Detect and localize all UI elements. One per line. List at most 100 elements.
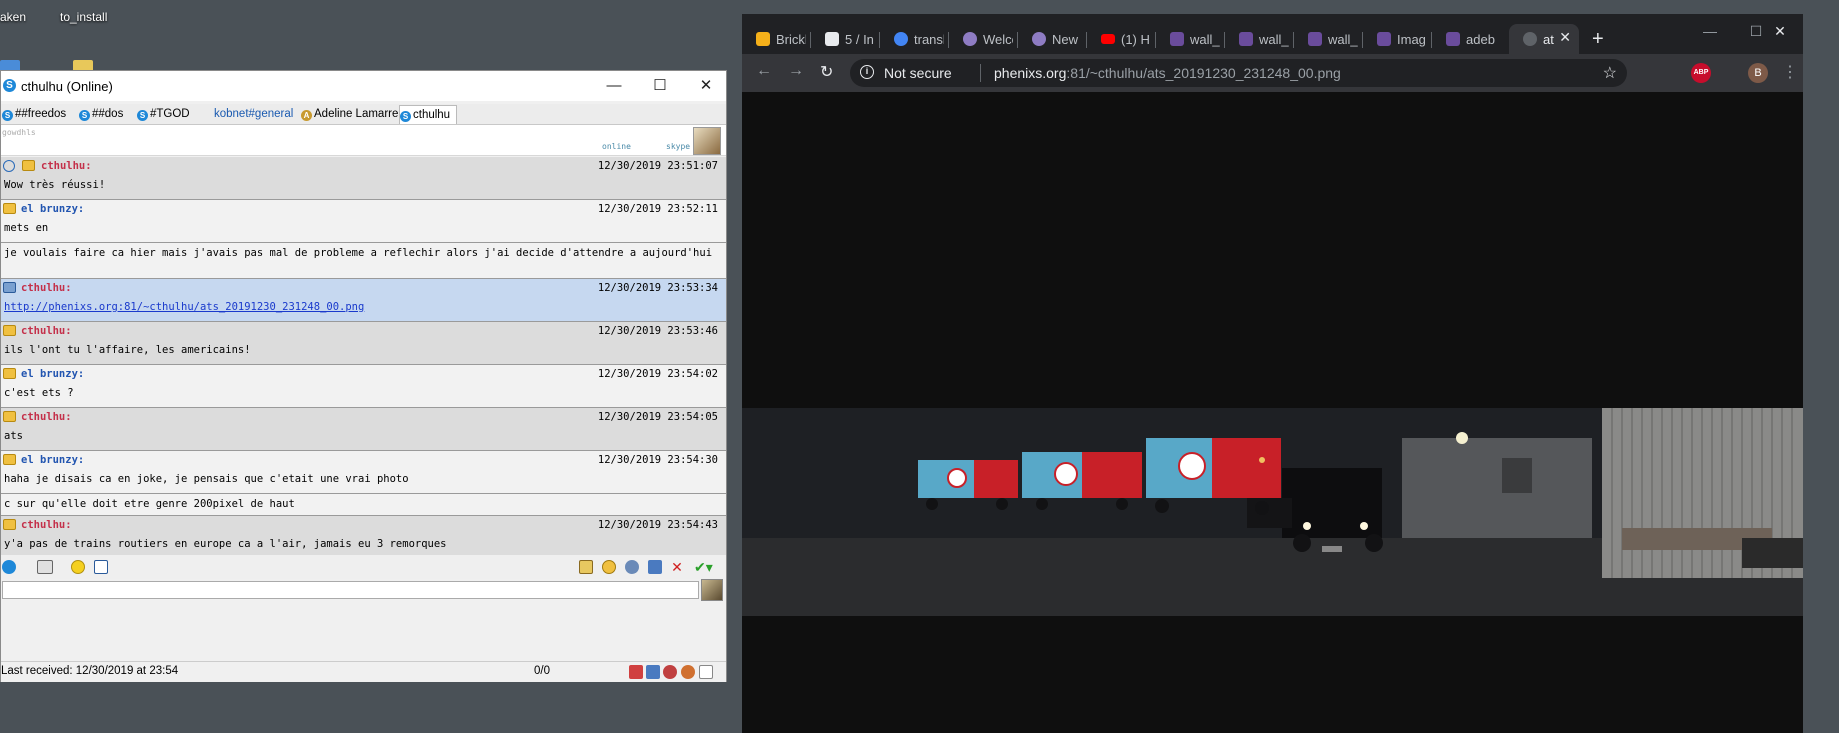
profile-avatar[interactable]: B <box>1748 63 1768 83</box>
contact-icon: A <box>301 110 312 121</box>
tab-adeline-lamarre[interactable]: A Adeline Lamarre <box>301 105 398 123</box>
desktop-icon-to-install[interactable]: to_install <box>60 10 107 24</box>
screenshot-image <box>742 408 1803 616</box>
log-icon[interactable] <box>699 665 713 679</box>
browser-tab[interactable]: Welco <box>949 24 1018 54</box>
close-icon[interactable]: ✕ <box>670 560 684 574</box>
tab-label: ##dos <box>92 108 124 120</box>
send-check-icon[interactable]: ✔▾ <box>694 560 714 574</box>
maximize-button[interactable]: ☐ <box>637 71 683 101</box>
message-time: 12/30/2019 23:53:46 <box>597 325 718 337</box>
minimize-button[interactable]: — <box>1687 16 1733 46</box>
message-row: cthulhu: 12/30/2019 23:53:46 ils l'ont t… <box>1 322 726 365</box>
tab-dos[interactable]: S ##dos <box>79 105 123 123</box>
close-tab-icon[interactable]: ✕ <box>1559 29 1571 46</box>
message-sender: cthulhu: <box>41 160 92 172</box>
browser-tab[interactable]: wall_ <box>1156 24 1225 54</box>
browser-tab-label: (1) H <box>1121 32 1150 47</box>
google-icon <box>894 32 908 46</box>
mute-icon[interactable] <box>681 665 695 679</box>
block-icon[interactable] <box>663 665 677 679</box>
history-icon[interactable] <box>602 560 616 574</box>
desktop-icon-label: aken <box>0 10 27 24</box>
browser-tab[interactable]: Imag <box>1363 24 1432 54</box>
star-icon[interactable]: ☆ <box>1603 63 1617 83</box>
d-logo-icon <box>1032 32 1046 46</box>
tab-tgod[interactable]: S #TGOD <box>137 105 190 123</box>
message-text: mets en <box>4 222 49 234</box>
minimize-button[interactable]: — <box>591 71 637 101</box>
browser-tab[interactable]: 5 / In <box>811 24 880 54</box>
back-icon[interactable]: ← <box>756 62 772 80</box>
message-sender: cthulhu: <box>21 519 72 531</box>
tab-freedos[interactable]: S ##freedos <box>2 105 66 123</box>
forward-icon[interactable]: → <box>788 62 804 80</box>
browser-tab-active[interactable]: at ✕ <box>1509 24 1579 54</box>
chat-bubble-icon <box>3 519 16 530</box>
format-icon[interactable] <box>94 560 108 574</box>
tab-kobnet-general[interactable]: kobnet#general <box>214 105 293 123</box>
notify-icon[interactable] <box>646 665 660 679</box>
reload-icon[interactable]: ↻ <box>820 62 833 82</box>
status-bar: Last received: 12/30/2019 at 23:54 0/0 <box>1 661 726 682</box>
youtube-icon <box>1101 34 1115 44</box>
new-tab-button[interactable]: + <box>1592 28 1604 51</box>
avatar[interactable] <box>693 127 721 155</box>
message-input[interactable] <box>2 581 699 599</box>
chat-tab-bar: S ##freedos S ##dos S #TGOD kobnet#general … <box>1 104 726 125</box>
skype-menu-icon[interactable] <box>2 560 16 574</box>
menu-icon[interactable]: ⋮ <box>1782 62 1798 82</box>
browser-tab[interactable]: wall_ <box>1294 24 1363 54</box>
close-button[interactable]: ✕ <box>683 71 729 101</box>
url-path: :81/~cthulhu/ats_20191230_231248_00.png <box>1066 65 1341 81</box>
contact-card-icon[interactable] <box>37 560 53 574</box>
browser-tab-label: transl <box>914 32 944 47</box>
browser-tab[interactable]: transl <box>880 24 949 54</box>
contact-info-icon[interactable] <box>579 560 593 574</box>
browser-tab[interactable]: Brickl <box>742 24 811 54</box>
message-row: cthulhu: 12/30/2019 23:54:43 y'a pas de … <box>1 516 726 555</box>
message-sender: el brunzy: <box>21 454 85 466</box>
browser-tab[interactable]: (1) H <box>1087 24 1156 54</box>
message-link[interactable]: http://phenixs.org:81/~cthulhu/ats_20191… <box>4 300 718 315</box>
address-bar[interactable]: i Not secure phenixs.org:81/~cthulhu/ats… <box>850 59 1627 87</box>
message-list[interactable]: cthulhu: 12/30/2019 23:51:07 Wow très ré… <box>1 157 726 555</box>
message-row: c sur qu'elle doit etre genre 200pixel d… <box>1 494 726 516</box>
message-row: je voulais faire ca hier mais j'avais pa… <box>1 243 726 279</box>
chat-title-bar[interactable]: S cthulhu (Online) — ☐ ✕ <box>1 71 726 101</box>
chat-window-title: cthulhu (Online) <box>21 79 113 94</box>
browser-tab[interactable]: wall_ <box>1225 24 1294 54</box>
desktop-icon-aken[interactable]: aken <box>0 10 26 24</box>
avatar <box>701 579 723 601</box>
gear-icon[interactable] <box>625 560 639 574</box>
browser-tab-strip: Brickl 5 / In transl Welco New (1) H wal… <box>742 14 1803 54</box>
browser-tab-label: 5 / In <box>845 32 874 47</box>
bookmark-icon[interactable] <box>648 560 662 574</box>
skype-icon: S <box>3 79 16 92</box>
browser-tab-label: wall_ <box>1190 32 1220 47</box>
message-row: cthulhu: 12/30/2019 23:51:07 Wow très ré… <box>1 157 726 200</box>
mood-text: gowdhls <box>2 128 36 137</box>
message-sender: cthulhu: <box>21 411 72 423</box>
status-icon[interactable] <box>629 665 643 679</box>
info-icon[interactable]: i <box>860 65 874 79</box>
chat-bubble-icon <box>3 411 16 422</box>
network-text: skype <box>666 142 691 151</box>
chat-toolbar: ✕ ✔▾ <box>1 555 726 579</box>
browser-tab[interactable]: New <box>1018 24 1087 54</box>
tab-cthulhu[interactable]: Scthulhu <box>399 105 458 124</box>
hexagon-icon <box>756 32 770 46</box>
browser-tab-label: wall_ <box>1328 32 1358 47</box>
smiley-icon[interactable] <box>71 560 85 574</box>
close-button[interactable]: ✕ <box>1757 16 1803 46</box>
globe-icon <box>1523 32 1537 46</box>
chat-bubble-icon <box>3 325 16 336</box>
security-label: Not secure <box>884 65 952 81</box>
truck-scene-image <box>742 408 1803 616</box>
browser-toolbar: ← → ↻ i Not secure phenixs.org:81/~cthul… <box>742 54 1803 92</box>
message-counter: 0/0 <box>534 665 550 677</box>
tab-label: ##freedos <box>15 108 67 120</box>
browser-tab[interactable]: adeb <box>1432 24 1501 54</box>
browser-tab-label: New <box>1052 32 1079 47</box>
adblock-icon[interactable]: ABP <box>1691 63 1711 83</box>
